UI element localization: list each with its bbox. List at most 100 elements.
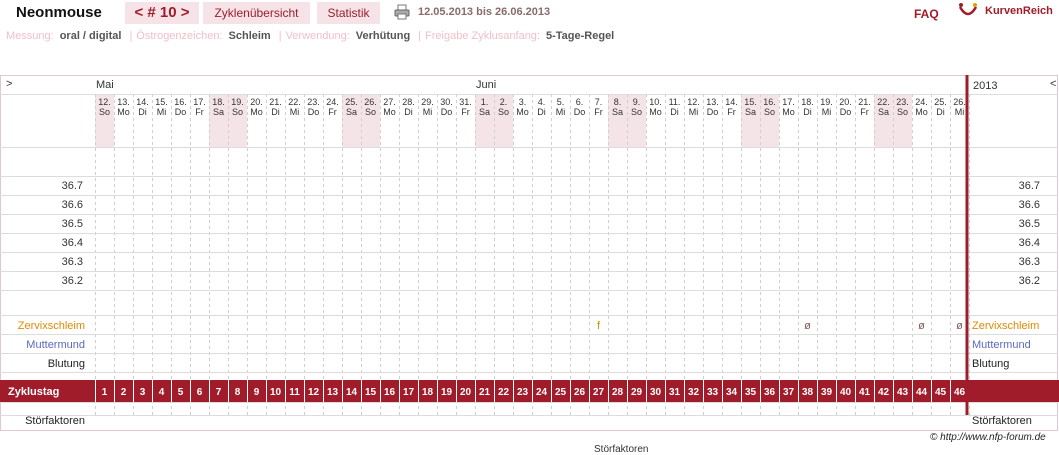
date-label: 24. [915, 97, 928, 107]
weekday-label: Fr [727, 107, 736, 117]
cycle-day-number: 8 [235, 387, 241, 398]
weekday-label: So [897, 107, 908, 117]
cycle-day-number: 27 [593, 387, 605, 398]
cycle-day-number: 41 [859, 387, 871, 398]
date-label: 15. [744, 97, 757, 107]
weekday-label: Mi [423, 107, 433, 117]
date-label: 31. [459, 97, 472, 107]
date-label: 6. [576, 97, 584, 107]
cycle-day-number: 7 [216, 387, 222, 398]
cervical-mark: ø [918, 320, 925, 332]
weekday-label: Di [936, 107, 945, 117]
date-label: 4. [538, 97, 546, 107]
release-label: Freigabe Zyklusanfang: [425, 30, 540, 42]
row-label-disturbances: Störfaktoren [972, 415, 1032, 427]
temperature-tick: 36.3 [62, 256, 83, 268]
tab-cycle-overview[interactable]: Zyklenübersicht [203, 2, 310, 24]
date-label: 27. [383, 97, 396, 107]
cycle-day-number: 24 [536, 387, 548, 398]
date-label: 30. [440, 97, 453, 107]
cycle-day-number: 16 [384, 387, 396, 398]
weekday-label: Di [271, 107, 280, 117]
temperature-tick: 36.6 [1019, 199, 1040, 211]
curve-logo-icon [958, 3, 978, 16]
scroll-left-arrow[interactable]: > [6, 78, 12, 90]
cycle-day-number: 36 [764, 387, 776, 398]
date-label: 21. [858, 97, 871, 107]
date-label: 9. [633, 97, 641, 107]
date-label: 23. [307, 97, 320, 107]
cycle-day-number: 19 [441, 387, 453, 398]
month-label: Mai [96, 79, 114, 91]
date-label: 3. [519, 97, 527, 107]
cycle-day-number: 43 [897, 387, 909, 398]
cycle-day-number: 42 [878, 387, 890, 398]
temperature-tick: 36.5 [1019, 218, 1040, 230]
weekday-label: Mi [290, 107, 300, 117]
printer-icon[interactable] [394, 4, 410, 20]
estrogen-label: Östrogenzeichen: [136, 30, 223, 42]
weekday-label: Mo [250, 107, 263, 117]
date-label: 13. [117, 97, 130, 107]
cycle-day-number: 22 [498, 387, 510, 398]
cycle-day-number: 14 [346, 387, 358, 398]
row-label-bleeding: Blutung [972, 358, 1009, 370]
cycle-chart: > <Mai Juni 201312.So13.Mo14.Di15.Mi16.Do17… [0, 75, 1059, 431]
faq-link[interactable]: FAQ [914, 7, 939, 21]
cut-off-label: Störfaktoren [594, 444, 649, 455]
row-label-cervical: Zervixschleim [18, 320, 85, 332]
weekday-label: Mo [117, 107, 130, 117]
date-label: 14. [725, 97, 738, 107]
month-label: Juni [476, 79, 496, 91]
username: Neonmouse [16, 4, 102, 21]
weekday-label: Do [574, 107, 586, 117]
date-label: 19. [231, 97, 244, 107]
cycle-day-number: 12 [308, 387, 320, 398]
cycle-day-number: 44 [916, 387, 928, 398]
cycle-day-number: 46 [954, 387, 966, 398]
weekday-label: Do [441, 107, 453, 117]
date-label: 12. [98, 97, 111, 107]
weekday-label: Mo [782, 107, 795, 117]
date-label: 16. [763, 97, 776, 107]
logo-text[interactable]: KurvenReich [985, 5, 1053, 17]
temperature-tick: 36.7 [1019, 180, 1040, 192]
cycle-day-number: 28 [612, 387, 624, 398]
temperature-tick: 36.2 [62, 275, 83, 287]
date-range: 12.05.2013 bis 26.06.2013 [418, 6, 551, 18]
date-label: 1. [481, 97, 489, 107]
cycle-day-number: 25 [555, 387, 567, 398]
weekday-label: So [365, 107, 376, 117]
cervical-mark: ø [956, 320, 963, 332]
weekday-label: Mo [915, 107, 928, 117]
measure-value: oral / digital [59, 30, 122, 42]
cycle-day-number: 20 [460, 387, 472, 398]
cycle-day-number: 26 [574, 387, 586, 398]
date-label: 17. [193, 97, 206, 107]
weekday-label: Mi [556, 107, 566, 117]
date-label: 22. [877, 97, 890, 107]
date-label: 10. [649, 97, 662, 107]
row-label-bleeding: Blutung [48, 358, 85, 370]
cycle-day-number: 11 [289, 387, 300, 398]
scroll-right-arrow[interactable]: < [1050, 78, 1056, 90]
divider: | [418, 30, 422, 42]
cycle-day-number: 15 [365, 387, 377, 398]
measure-label: Messung: [6, 30, 54, 42]
cycle-day-number: 1 [102, 387, 108, 398]
cycle-day-number: 5 [178, 387, 184, 398]
weekday-label: Di [138, 107, 147, 117]
temperature-tick: 36.2 [1019, 275, 1040, 287]
tab-statistics[interactable]: Statistik [317, 2, 380, 24]
date-label: 20. [250, 97, 263, 107]
cycle-nav-button[interactable]: < # 10 > [125, 2, 199, 24]
date-label: 25. [934, 97, 947, 107]
date-label: 29. [421, 97, 434, 107]
date-label: 15. [155, 97, 168, 107]
date-label: 23. [896, 97, 909, 107]
weekday-label: Fr [461, 107, 470, 117]
cycle-day-number: 17 [403, 387, 415, 398]
row-label-cervix: Muttermund [972, 339, 1031, 351]
cycle-settings-bar: Messung: oral / digital | Östrogenzeichen: S… [6, 30, 618, 42]
weekday-label: Di [670, 107, 679, 117]
